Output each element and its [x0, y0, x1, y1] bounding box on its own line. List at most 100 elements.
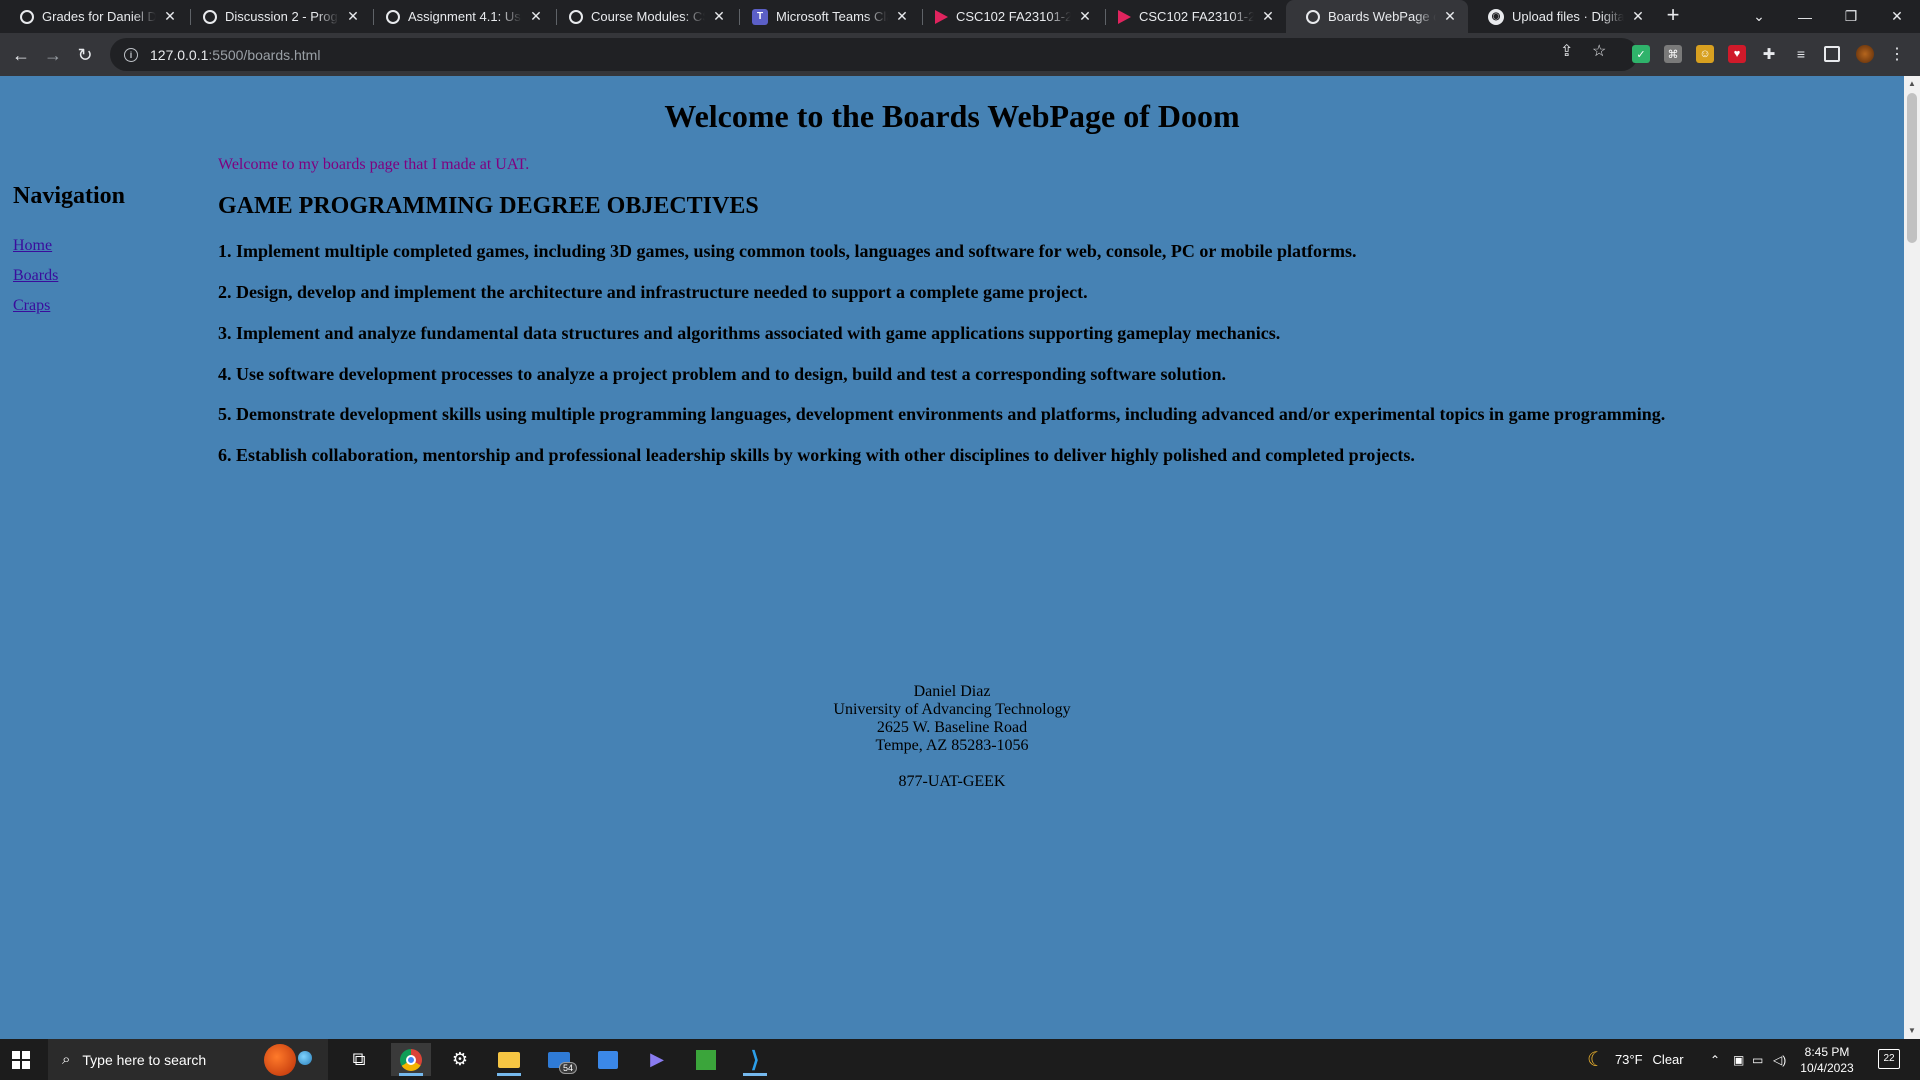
close-tab-icon[interactable]: ✕ [1077, 8, 1093, 25]
restore-button[interactable]: ❐ [1828, 0, 1874, 33]
new-tab-button[interactable]: + [1661, 4, 1685, 28]
scroll-up-icon[interactable]: ▲ [1904, 76, 1920, 92]
browser-tab[interactable]: Course Modules: CSC ✕ [549, 0, 737, 33]
close-tab-icon[interactable]: ✕ [1260, 8, 1276, 25]
tab-title: CSC102 FA23101-2023 [1139, 9, 1254, 24]
shield-extension-icon[interactable]: ✓ [1632, 45, 1650, 63]
close-tab-icon[interactable]: ✕ [1442, 8, 1458, 25]
url-host: 127.0.0.1 [150, 46, 209, 63]
creeper-icon [696, 1049, 716, 1070]
taskbar-search-box[interactable]: ⌕ Type here to search [48, 1039, 328, 1080]
close-tab-icon[interactable]: ✕ [345, 8, 361, 25]
task-view-icon[interactable]: ⧉ [339, 1043, 379, 1076]
close-tab-icon[interactable]: ✕ [162, 8, 178, 25]
footer-address: Daniel Diaz University of Advancing Tech… [0, 683, 1904, 791]
forward-button[interactable]: → [40, 42, 66, 68]
media-player-icon[interactable]: ▶ [637, 1043, 677, 1076]
chrome-logo-icon [400, 1048, 422, 1071]
globe-icon [569, 9, 583, 24]
close-tab-icon[interactable]: ✕ [711, 8, 727, 25]
page-scrollbar[interactable]: ▲ ▼ [1904, 76, 1920, 1039]
clock-time: 8:45 PM [1804, 1045, 1850, 1059]
globe-icon [386, 9, 400, 24]
browser-tab[interactable]: T Microsoft Teams Class ✕ [732, 0, 920, 33]
nav-link-boards[interactable]: Boards [13, 267, 58, 285]
browser-tab[interactable]: CSC102 FA23101-2023 ✕ [915, 0, 1103, 33]
profile-avatar[interactable] [1856, 45, 1874, 63]
extension-icon[interactable]: ♥ [1728, 45, 1746, 63]
taskbar-clock[interactable]: 8:45 PM 10/4/2023 [1795, 1044, 1859, 1076]
network-icon[interactable]: ▭ [1752, 1039, 1763, 1080]
search-highlight-icon [264, 1044, 296, 1076]
extensions-puzzle-icon[interactable]: ✚ [1760, 45, 1778, 63]
scroll-down-icon[interactable]: ▼ [1904, 1023, 1920, 1039]
extension-icon[interactable]: ⌘ [1664, 45, 1682, 63]
minecraft-app-icon[interactable] [686, 1043, 726, 1076]
tab-title: Grades for Daniel Diaz [42, 9, 156, 24]
objective-item: 3. Implement and analyze fundamental dat… [218, 323, 1281, 343]
reload-button[interactable]: ↻ [72, 42, 98, 68]
minimize-button[interactable]: — [1782, 0, 1828, 33]
tab-strip: Grades for Daniel Diaz ✕ Discussion 2 - … [0, 0, 1920, 33]
tab-title: Microsoft Teams Class [776, 9, 888, 24]
browser-tab[interactable]: ◉ Upload files · DigitalG ✕ [1468, 0, 1656, 33]
browser-tab[interactable]: Assignment 4.1: Using ✕ [366, 0, 554, 33]
web-page: Welcome to the Boards WebPage of Doom Na… [0, 76, 1904, 1039]
footer-phone: 877-UAT-GEEK [898, 773, 1006, 790]
tab-title: Course Modules: CSC [591, 9, 705, 24]
steam-app-icon[interactable]: ⚙ [440, 1043, 480, 1076]
tray-chevron-icon[interactable]: ⌃ [1710, 1039, 1720, 1080]
tab-title: CSC102 FA23101-2023 [956, 9, 1071, 24]
tab-title: Assignment 4.1: Using [408, 9, 522, 24]
windows-start-icon[interactable] [12, 1051, 30, 1069]
mail-count-badge: 54 [558, 1062, 577, 1074]
tab-title: Discussion 2 - Programming [225, 9, 339, 24]
tab-search-chevron-icon[interactable]: ⌄ [1736, 0, 1782, 33]
folder-icon [498, 1051, 520, 1068]
clock-date: 10/4/2023 [1800, 1061, 1854, 1075]
tab-title: Upload files · DigitalG [1512, 9, 1624, 24]
back-button[interactable]: ← [8, 42, 34, 68]
close-window-button[interactable]: ✕ [1874, 0, 1920, 33]
browser-toolbar: ← → ↻ i 127.0.0.1:5500/boards.html ⇪ ☆ ✓… [0, 33, 1920, 76]
footer-name: Daniel Diaz [913, 683, 991, 700]
browser-tab[interactable]: Grades for Daniel Diaz ✕ [0, 0, 188, 33]
nav-link-home[interactable]: Home [13, 237, 52, 255]
weather-temp: 73°F [1614, 1052, 1643, 1067]
objective-item: 2. Design, develop and implement the arc… [218, 282, 1088, 302]
volume-icon[interactable]: ◁) [1773, 1039, 1786, 1080]
close-tab-icon[interactable]: ✕ [1630, 8, 1646, 25]
close-tab-icon[interactable]: ✕ [528, 8, 544, 25]
menu-kebab-icon[interactable]: ⋮ [1888, 45, 1906, 63]
media-control-icon[interactable]: ≡ [1792, 45, 1810, 63]
file-explorer-icon[interactable] [489, 1043, 529, 1076]
browser-tab-active[interactable]: Boards WebPage of Doom ✕ [1286, 0, 1468, 33]
meet-now-icon[interactable]: ▣ [1733, 1039, 1744, 1080]
chrome-app-icon[interactable] [391, 1043, 431, 1076]
mail-app-icon[interactable]: 54 [539, 1043, 579, 1076]
objective-item: 1. Implement multiple completed games, i… [218, 241, 1357, 261]
extension-icon[interactable]: ☺ [1696, 45, 1714, 63]
address-bar[interactable]: i 127.0.0.1:5500/boards.html [110, 38, 1638, 71]
side-panel-icon[interactable] [1824, 46, 1840, 62]
objective-item: 5. Demonstrate development skills using … [218, 404, 1666, 424]
globe-icon [20, 9, 34, 24]
vscode-app-icon[interactable]: ⟩ [735, 1043, 775, 1076]
footer-street: 2625 W. Baseline Road [876, 719, 1028, 736]
site-info-icon[interactable]: i [124, 47, 138, 62]
browser-tab[interactable]: CSC102 FA23101-2023 ✕ [1098, 0, 1286, 33]
bookmark-star-icon[interactable]: ☆ [1592, 41, 1606, 61]
notification-center-icon[interactable]: 22 [1878, 1049, 1900, 1069]
store-app-icon[interactable] [588, 1043, 628, 1076]
intro-text: Welcome to my boards page that I made at… [218, 156, 530, 173]
moon-icon: ☾ [1587, 1049, 1605, 1071]
close-tab-icon[interactable]: ✕ [894, 8, 910, 25]
nav-link-craps[interactable]: Craps [13, 297, 50, 315]
scrollbar-thumb[interactable] [1907, 93, 1917, 243]
weather-widget[interactable]: ☾ 73°F Clear [1587, 1039, 1684, 1080]
browser-tab[interactable]: Discussion 2 - Programming ✕ [183, 0, 371, 33]
objective-item: 6. Establish collaboration, mentorship a… [218, 445, 1415, 465]
search-placeholder: Type here to search [82, 1051, 207, 1068]
share-icon[interactable]: ⇪ [1560, 41, 1573, 61]
footer-spacer [0, 755, 1904, 773]
